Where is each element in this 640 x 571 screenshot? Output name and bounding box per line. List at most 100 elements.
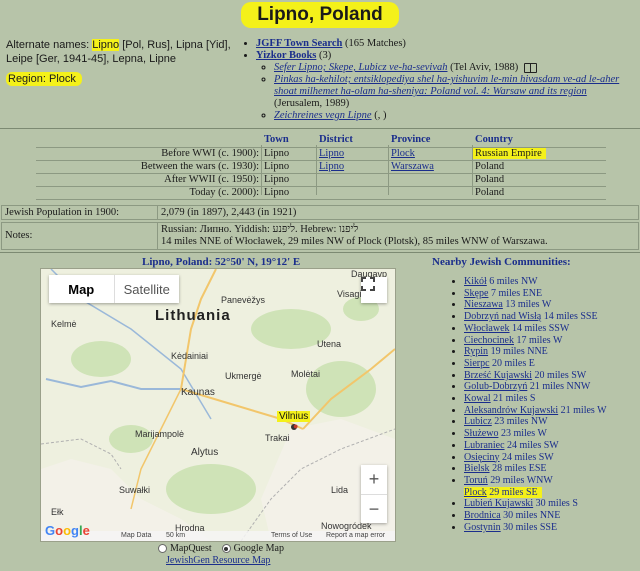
community-link[interactable]: Ciechocinek [464, 335, 514, 346]
book-item: Sefer Lipno; Skepe, Lubicz ve-ha-sevivah… [274, 62, 636, 74]
population-value: 2,079 (in 1897), 2,443 (in 1921) [161, 207, 297, 218]
town-cell: Lipno [264, 161, 290, 172]
list-item: Sierpc 20 miles E [464, 358, 607, 370]
map-label: Kaunas [181, 387, 215, 398]
zoom-in-button[interactable]: + [361, 465, 387, 494]
district-link[interactable]: Lipno [319, 148, 344, 159]
community-distance: 24 miles SW [502, 451, 554, 463]
mapquest-radio[interactable] [158, 544, 167, 554]
community-link[interactable]: Osięciny [464, 452, 500, 463]
location-pin-icon[interactable]: ● [293, 421, 298, 431]
map-view[interactable]: Lithuania Daugavp Panevėžys Kėdainiai Uk… [40, 268, 396, 542]
list-item: Brodnica 30 miles NNE [464, 510, 607, 522]
list-item: Służewo 23 miles W [464, 428, 607, 440]
report-error-link[interactable]: Report a map error [326, 532, 385, 539]
nearby-title: Nearby Jewish Communities: [432, 256, 571, 268]
period: Today (c. 2000): [189, 187, 259, 198]
satellite-button[interactable]: Satellite [113, 275, 180, 303]
region-value: Plock [48, 73, 76, 85]
community-link[interactable]: Służewo [464, 428, 498, 439]
province-link[interactable]: Plock [391, 148, 415, 159]
community-distance: 28 miles ESE [492, 463, 547, 475]
google-map-radio[interactable] [221, 544, 231, 554]
yizkor-books-link[interactable]: Yizkor Books [256, 50, 316, 61]
column-divider [261, 145, 262, 195]
community-link[interactable]: Lubicz [464, 416, 492, 427]
community-distance: 7 miles ENE [490, 287, 543, 299]
zoom-out-button[interactable]: − [361, 495, 387, 524]
community-distance: 14 miles SSE [543, 311, 598, 323]
community-distance: 17 miles W [516, 334, 563, 346]
list-item: Kowal 21 miles S [464, 393, 607, 405]
book-link[interactable]: Zeichreines vegn Lipne [274, 110, 372, 121]
list-item: Ciechocinek 17 miles W [464, 335, 607, 347]
community-link[interactable]: Golub-Dobrzyń [464, 381, 527, 392]
community-link[interactable]: Lubień Kujawski [464, 498, 533, 509]
community-link[interactable]: Rypin [464, 346, 488, 357]
community-distance: 21 miles NNW [529, 381, 591, 393]
community-distance: 14 miles SSW [512, 322, 570, 334]
community-link[interactable]: Aleksandrów Kujawski [464, 405, 558, 416]
period: Before WWI (c. 1900): [161, 148, 259, 159]
book-icon[interactable] [523, 62, 537, 73]
notes-line2: 14 miles NNE of Włocławek, 29 miles NW o… [161, 236, 548, 247]
community-link[interactable]: Kowal [464, 393, 491, 404]
town-cell: Lipno [264, 148, 290, 159]
list-item: Aleksandrów Kujawski 21 miles W [464, 405, 607, 417]
list-item: Brześć Kujawski 20 miles SW [464, 370, 607, 382]
community-link[interactable]: Kikół [464, 276, 487, 287]
list-item: Skępe 7 miles ENE [464, 288, 607, 300]
terms-link[interactable]: Terms of Use [271, 532, 312, 539]
list-item: Bielsk 28 miles ESE [464, 463, 607, 475]
fullscreen-icon[interactable] [361, 277, 387, 303]
jgff-town-search-link[interactable]: JGFF Town Search [256, 38, 342, 49]
list-item: Dobrzyń nad Wisłą 14 miles SSE [464, 311, 607, 323]
country-label: Lithuania [155, 307, 231, 324]
book-note: (Jerusalem, 1989) [274, 98, 350, 109]
community-link[interactable]: Włocławek [464, 323, 510, 334]
community-link[interactable]: Plock [464, 487, 487, 498]
community-link[interactable]: Bielsk [464, 463, 490, 474]
province-link[interactable]: Warszawa [391, 161, 434, 172]
community-link[interactable]: Lubraniec [464, 440, 505, 451]
map-label: Molėtai [291, 369, 321, 379]
book-item: Pinkas ha-kehilot; entsiklopediya shel h… [274, 74, 636, 110]
jgff-item: JGFF Town Search (165 Matches) [256, 38, 636, 50]
community-link[interactable]: Brodnica [464, 510, 501, 521]
community-distance: 21 miles S [493, 393, 536, 405]
google-map-label: Google Map [233, 543, 284, 554]
map-button[interactable]: Map [49, 275, 114, 303]
zoom-control: + − [361, 465, 387, 523]
community-distance: 13 miles W [505, 299, 552, 311]
community-link[interactable]: Sierpc [464, 358, 490, 369]
map-label: Panevėžys [221, 295, 266, 305]
mapquest-label: MapQuest [170, 543, 212, 554]
notes-row: Notes: Russian: Липно. Yiddish: ליפּנע. … [1, 222, 639, 250]
community-link[interactable]: Gostynin [464, 522, 501, 533]
book-link[interactable]: Sefer Lipno; Skepe, Lubicz ve-ha-sevivah [274, 62, 448, 73]
community-link[interactable]: Nieszawa [464, 299, 503, 310]
country-cell: Poland [475, 174, 505, 185]
community-distance: 6 miles NW [489, 276, 538, 287]
alternate-names: Alternate names: Lipno [Pol, Rus], Lipna… [6, 38, 234, 66]
book-link[interactable]: Pinkas ha-kehilot; entsiklopediya shel h… [274, 74, 619, 97]
community-distance: 23 miles W [500, 428, 547, 440]
map-data-label[interactable]: Map Data [121, 532, 151, 539]
district-link[interactable]: Lipno [319, 161, 344, 172]
jgff-count: (165 Matches) [344, 38, 406, 49]
community-link[interactable]: Dobrzyń nad Wisłą [464, 311, 541, 322]
header-town: Town [264, 134, 289, 145]
yizkor-item: Yizkor Books (3) Sefer Lipno; Skepe, Lub… [256, 50, 636, 122]
community-link[interactable]: Skępe [464, 288, 488, 299]
table-row: After WWII (c. 1950): Lipno Poland [36, 173, 606, 186]
notes-label: Notes: [5, 230, 33, 241]
community-link[interactable]: Toruń [464, 475, 488, 486]
nearby-list: Kikół 6 miles NWSkępe 7 miles ENENieszaw… [452, 276, 607, 533]
community-distance: 20 miles SW [534, 369, 587, 381]
community-distance: 23 miles NW [494, 416, 548, 428]
resource-map-link[interactable]: JewishGen Resource Map [166, 555, 270, 566]
community-link[interactable]: Brześć Kujawski [464, 370, 532, 381]
list-item: Lubraniec 24 miles SW [464, 440, 607, 452]
map-label: Kelmė [51, 319, 77, 329]
list-item: Toruń 29 miles WNW [464, 475, 607, 487]
